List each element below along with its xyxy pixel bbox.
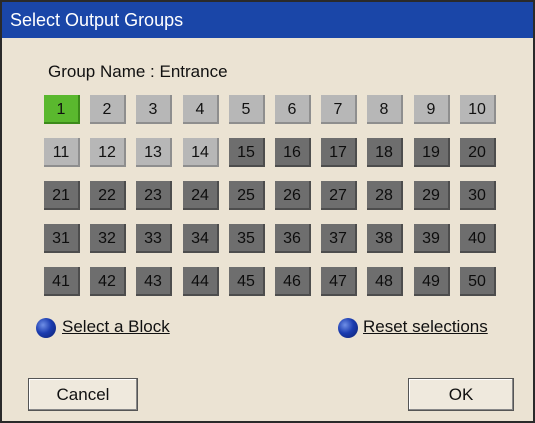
group-cell-46[interactable]: 46: [275, 267, 311, 296]
blue-sphere-icon: [36, 318, 56, 338]
group-cell-38[interactable]: 38: [367, 224, 403, 253]
group-cell-34[interactable]: 34: [183, 224, 219, 253]
group-cell-23[interactable]: 23: [136, 181, 172, 210]
group-cell-10[interactable]: 10: [460, 95, 496, 124]
group-cell-31[interactable]: 31: [44, 224, 80, 253]
group-cell-33[interactable]: 33: [136, 224, 172, 253]
group-cell-9[interactable]: 9: [414, 95, 450, 124]
group-cell-39[interactable]: 39: [414, 224, 450, 253]
select-output-groups-dialog: Select Output Groups Group Name : Entran…: [0, 0, 535, 423]
group-cell-18[interactable]: 18: [367, 138, 403, 167]
group-cell-3[interactable]: 3: [136, 95, 172, 124]
group-cell-29[interactable]: 29: [414, 181, 450, 210]
group-cell-1[interactable]: 1: [44, 95, 80, 124]
group-cell-22[interactable]: 22: [90, 181, 126, 210]
group-cell-16[interactable]: 16: [275, 138, 311, 167]
cancel-button[interactable]: Cancel: [28, 378, 138, 411]
group-cell-15[interactable]: 15: [229, 138, 265, 167]
group-cell-19[interactable]: 19: [414, 138, 450, 167]
group-cell-14[interactable]: 14: [183, 138, 219, 167]
group-cell-25[interactable]: 25: [229, 181, 265, 210]
group-cell-48[interactable]: 48: [367, 267, 403, 296]
group-name-label: Group Name : Entrance: [48, 62, 228, 81]
group-cell-47[interactable]: 47: [321, 267, 357, 296]
group-cell-37[interactable]: 37: [321, 224, 357, 253]
group-cell-5[interactable]: 5: [229, 95, 265, 124]
group-cell-30[interactable]: 30: [460, 181, 496, 210]
reset-selections-link[interactable]: Reset selections: [363, 317, 488, 337]
group-cell-36[interactable]: 36: [275, 224, 311, 253]
group-cell-28[interactable]: 28: [367, 181, 403, 210]
group-cell-13[interactable]: 13: [136, 138, 172, 167]
group-cell-4[interactable]: 4: [183, 95, 219, 124]
dialog-title: Select Output Groups: [2, 2, 533, 38]
group-cell-41[interactable]: 41: [44, 267, 80, 296]
group-cell-40[interactable]: 40: [460, 224, 496, 253]
group-cell-11[interactable]: 11: [44, 138, 80, 167]
group-cell-26[interactable]: 26: [275, 181, 311, 210]
select-block-link[interactable]: Select a Block: [62, 317, 170, 337]
group-cell-49[interactable]: 49: [414, 267, 450, 296]
group-cell-27[interactable]: 27: [321, 181, 357, 210]
group-cell-43[interactable]: 43: [136, 267, 172, 296]
group-cell-2[interactable]: 2: [90, 95, 126, 124]
group-cell-42[interactable]: 42: [90, 267, 126, 296]
group-cell-20[interactable]: 20: [460, 138, 496, 167]
blue-sphere-icon: [338, 318, 358, 338]
group-cell-32[interactable]: 32: [90, 224, 126, 253]
group-cell-45[interactable]: 45: [229, 267, 265, 296]
group-cell-35[interactable]: 35: [229, 224, 265, 253]
group-cell-12[interactable]: 12: [90, 138, 126, 167]
group-cell-17[interactable]: 17: [321, 138, 357, 167]
group-cell-21[interactable]: 21: [44, 181, 80, 210]
group-cell-50[interactable]: 50: [460, 267, 496, 296]
group-cell-7[interactable]: 7: [321, 95, 357, 124]
group-cell-8[interactable]: 8: [367, 95, 403, 124]
group-cell-44[interactable]: 44: [183, 267, 219, 296]
ok-button[interactable]: OK: [408, 378, 514, 411]
group-cell-6[interactable]: 6: [275, 95, 311, 124]
group-cell-24[interactable]: 24: [183, 181, 219, 210]
